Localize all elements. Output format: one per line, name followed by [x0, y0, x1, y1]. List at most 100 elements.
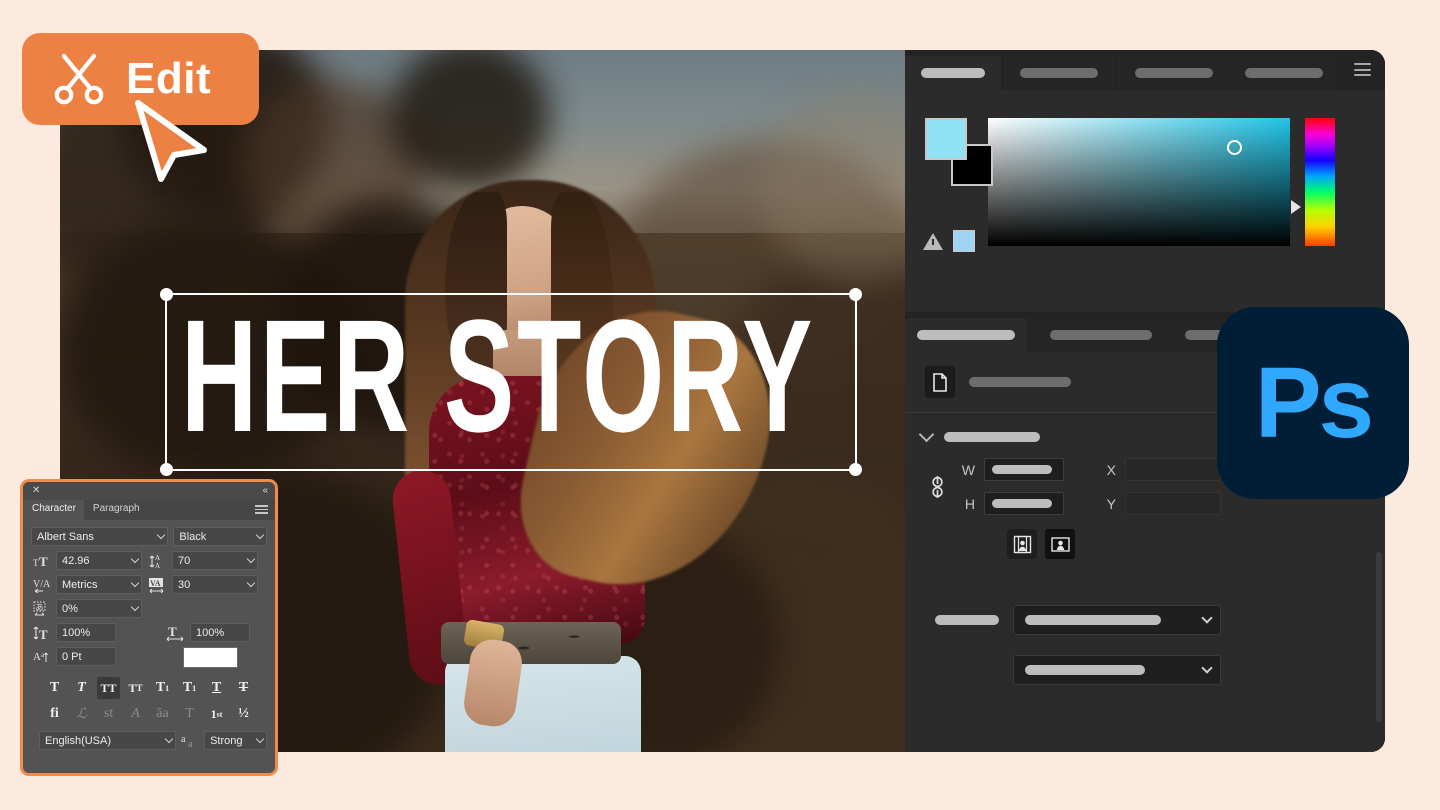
font-size-icon: T T	[31, 551, 51, 570]
fractions-button[interactable]: ½	[232, 703, 255, 725]
panel-menu-icon[interactable]	[255, 505, 268, 514]
kerning-select[interactable]: Metrics	[56, 575, 142, 594]
scale-vertical-icon: T	[31, 623, 51, 642]
superscript-button[interactable]: T1	[151, 677, 174, 699]
y-input[interactable]	[1125, 492, 1221, 515]
discretionary-ligatures-button[interactable]: st	[97, 703, 120, 725]
swash-button[interactable]: A	[124, 703, 147, 725]
sv-picker-cursor[interactable]	[1227, 140, 1242, 155]
svg-text:A: A	[155, 554, 160, 562]
text-layer-bounding-box[interactable]: HER STORY	[160, 287, 862, 476]
tab-paragraph[interactable]: Paragraph	[84, 500, 148, 520]
color-panel-tabbar	[905, 50, 1385, 90]
chevron-down-icon[interactable]	[246, 578, 256, 588]
handle-top-right[interactable]	[849, 288, 862, 301]
leading-icon: A A	[147, 551, 167, 570]
vertical-scale-row: あ 0%	[31, 599, 267, 618]
hue-slider[interactable]	[1305, 118, 1335, 246]
property-select-1[interactable]	[1013, 605, 1221, 635]
chevron-down-icon[interactable]	[1201, 612, 1213, 624]
handle-bottom-right[interactable]	[849, 463, 862, 476]
color-panel-tab-2[interactable]	[1003, 56, 1115, 90]
scale-row: T 100% T 100%	[31, 623, 267, 642]
color-swatches[interactable]	[925, 118, 995, 188]
text-color-swatch[interactable]	[183, 647, 238, 668]
scale-horizontal-input[interactable]: 100%	[190, 623, 250, 642]
portrait-frame-icon[interactable]	[1007, 529, 1037, 559]
baseline-shift-input[interactable]: 0 Pt	[56, 647, 116, 666]
gamut-warning-group[interactable]	[923, 230, 975, 252]
chevron-down-icon[interactable]	[165, 734, 174, 744]
x-label: X	[1106, 461, 1116, 478]
stylistic-alternates-button[interactable]: āa	[151, 703, 174, 725]
chevron-down-icon[interactable]	[918, 426, 935, 443]
tracking-value: 30	[178, 578, 191, 591]
color-panel-tab-4[interactable]	[1233, 56, 1335, 90]
all-caps-button[interactable]: TT	[97, 677, 120, 699]
faux-bold-button[interactable]: T	[43, 677, 66, 699]
vertical-scale-input[interactable]: 0%	[56, 599, 142, 618]
landscape-frame-icon[interactable]	[1045, 529, 1075, 559]
chevron-down-icon[interactable]	[130, 578, 140, 588]
chevron-down-icon[interactable]	[255, 734, 265, 744]
chevron-down-icon[interactable]	[130, 602, 140, 612]
chevron-down-icon[interactable]	[130, 554, 140, 564]
baseline-color-row: A a 0 Pt	[31, 647, 267, 668]
collapse-icon[interactable]: «	[262, 485, 267, 497]
subscript-button[interactable]: T1	[178, 677, 201, 699]
antialias-select[interactable]: Strong	[204, 731, 267, 750]
headline-text[interactable]: HER STORY	[181, 287, 815, 465]
leading-input[interactable]: 70	[172, 551, 258, 570]
gamut-alternate-swatch[interactable]	[953, 230, 975, 252]
link-dimensions-icon[interactable]	[925, 465, 949, 509]
property-row-placeholder	[905, 559, 1385, 585]
property-select-2[interactable]	[1013, 655, 1221, 685]
ordinals-button[interactable]: 1st	[205, 703, 228, 725]
foreground-color-swatch[interactable]	[925, 118, 967, 160]
height-label: H	[964, 495, 975, 512]
handle-bottom-left[interactable]	[160, 463, 173, 476]
color-panel-tab-3[interactable]	[1117, 56, 1231, 90]
color-panel-tab-active[interactable]	[905, 56, 1001, 90]
language-select[interactable]: English(USA)	[39, 731, 177, 750]
width-input[interactable]	[984, 458, 1064, 481]
close-icon[interactable]: ✕	[32, 485, 40, 497]
svg-text:T: T	[168, 625, 177, 639]
dock-scrollbar[interactable]	[1376, 552, 1382, 722]
standard-ligatures-button[interactable]: fi	[43, 703, 66, 725]
svg-text:あ: あ	[35, 603, 43, 612]
character-panel-footer: English(USA) a a Strong	[31, 725, 267, 750]
gamut-warning-icon[interactable]	[923, 232, 943, 250]
chevron-down-icon[interactable]	[1201, 662, 1213, 674]
font-family-select[interactable]: Albert Sans	[31, 527, 169, 546]
strikethrough-button[interactable]: T	[232, 677, 255, 699]
chevron-down-icon[interactable]	[157, 530, 166, 540]
edit-badge-label: Edit	[126, 54, 212, 103]
underline-button[interactable]: T	[205, 677, 228, 699]
panel-menu-icon[interactable]	[1354, 63, 1371, 76]
properties-panel-tab-active[interactable]	[905, 318, 1027, 352]
contextual-alternates-button[interactable]: ℒ	[70, 703, 93, 725]
tab-character[interactable]: Character	[23, 500, 84, 520]
small-caps-button[interactable]: TT	[124, 677, 147, 699]
titling-alternates-button[interactable]: T	[178, 703, 201, 725]
svg-text:VA: VA	[150, 579, 161, 588]
handle-top-left[interactable]	[160, 288, 173, 301]
font-size-input[interactable]: 42.96	[56, 551, 142, 570]
svg-text:V/A: V/A	[33, 579, 50, 590]
anti-alias-icon: a a	[180, 731, 200, 750]
vertical-scale-icon: あ	[31, 599, 51, 618]
frame-mode-buttons	[905, 515, 1385, 559]
saturation-value-field[interactable]	[988, 118, 1290, 246]
font-style-select[interactable]: Black	[173, 527, 267, 546]
chevron-down-icon[interactable]	[255, 530, 265, 540]
x-input[interactable]	[1125, 458, 1221, 481]
chevron-down-icon[interactable]	[246, 554, 256, 564]
faux-italic-button[interactable]: T	[70, 677, 93, 699]
scale-horizontal-icon: T	[165, 623, 185, 642]
height-input[interactable]	[984, 492, 1064, 515]
properties-panel-tab-2[interactable]	[1029, 318, 1172, 352]
scale-vertical-input[interactable]: 100%	[56, 623, 116, 642]
leading-value: 70	[178, 554, 191, 567]
tracking-input[interactable]: 30	[172, 575, 258, 594]
